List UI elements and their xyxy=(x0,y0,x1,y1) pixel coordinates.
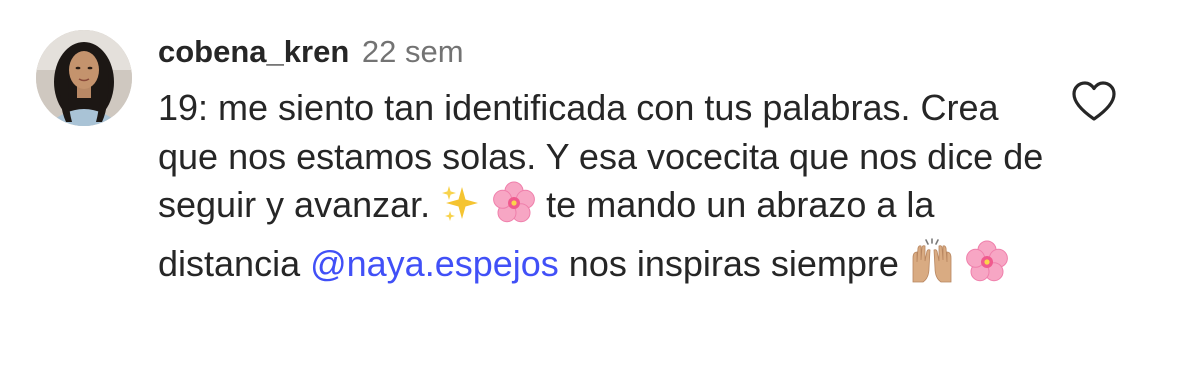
sparkles-icon xyxy=(440,183,482,238)
mention-link[interactable]: @naya.espejos xyxy=(310,243,559,284)
cherry-blossom-icon xyxy=(965,240,1009,297)
comment-item: cobena_kren 22 sem 19: me siento tan ide… xyxy=(0,0,1179,392)
username-link[interactable]: cobena_kren xyxy=(158,34,349,69)
heart-outline-icon xyxy=(1072,81,1116,121)
comment-text: 19: me siento tan identificada con tus p… xyxy=(158,84,1058,296)
comment-body: cobena_kren 22 sem 19: me siento tan ide… xyxy=(158,26,1058,296)
raising-hands-icon xyxy=(909,237,955,297)
timestamp: 22 sem xyxy=(361,34,464,69)
comment-meta: cobena_kren 22 sem xyxy=(158,26,1058,78)
comment-text-part3: nos inspiras siempre xyxy=(558,242,909,284)
avatar[interactable] xyxy=(36,30,132,126)
profile-photo-icon xyxy=(36,30,132,126)
cherry-blossom-icon xyxy=(492,181,536,238)
like-button[interactable] xyxy=(1070,80,1118,122)
